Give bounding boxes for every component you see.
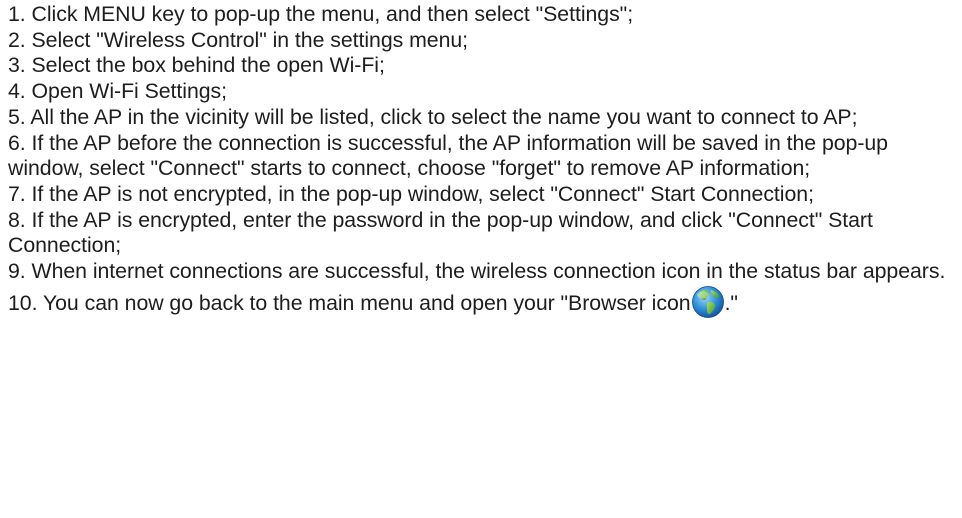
step-5: 5. All the AP in the vicinity will be li… [8, 104, 858, 129]
step-1: 1. Click MENU key to pop-up the menu, an… [8, 2, 634, 26]
step-9: 9. When internet connections are success… [8, 259, 946, 284]
step-10: 10. You can now go back to the main menu… [8, 285, 958, 319]
instructions-document: 1. Click MENU key to pop-up the menu, an… [8, 2, 958, 319]
step-10-text: 10. You can now go back to the main menu… [8, 290, 691, 315]
step-4: 4. Open Wi-Fi Settings; [8, 79, 227, 104]
step-8: 8. If the AP is encrypted, enter the pas… [8, 207, 873, 258]
step-10-text-end: ." [724, 290, 738, 315]
step-2: 2. Select "Wireless Control" in the sett… [8, 27, 469, 52]
globe-icon [691, 285, 725, 319]
step-3: 3. Select the box behind the open Wi-Fi; [8, 53, 385, 78]
step-6: 6. If the AP before the connection is su… [8, 130, 888, 181]
step-7: 7. If the AP is not encrypted, in the po… [8, 181, 814, 206]
